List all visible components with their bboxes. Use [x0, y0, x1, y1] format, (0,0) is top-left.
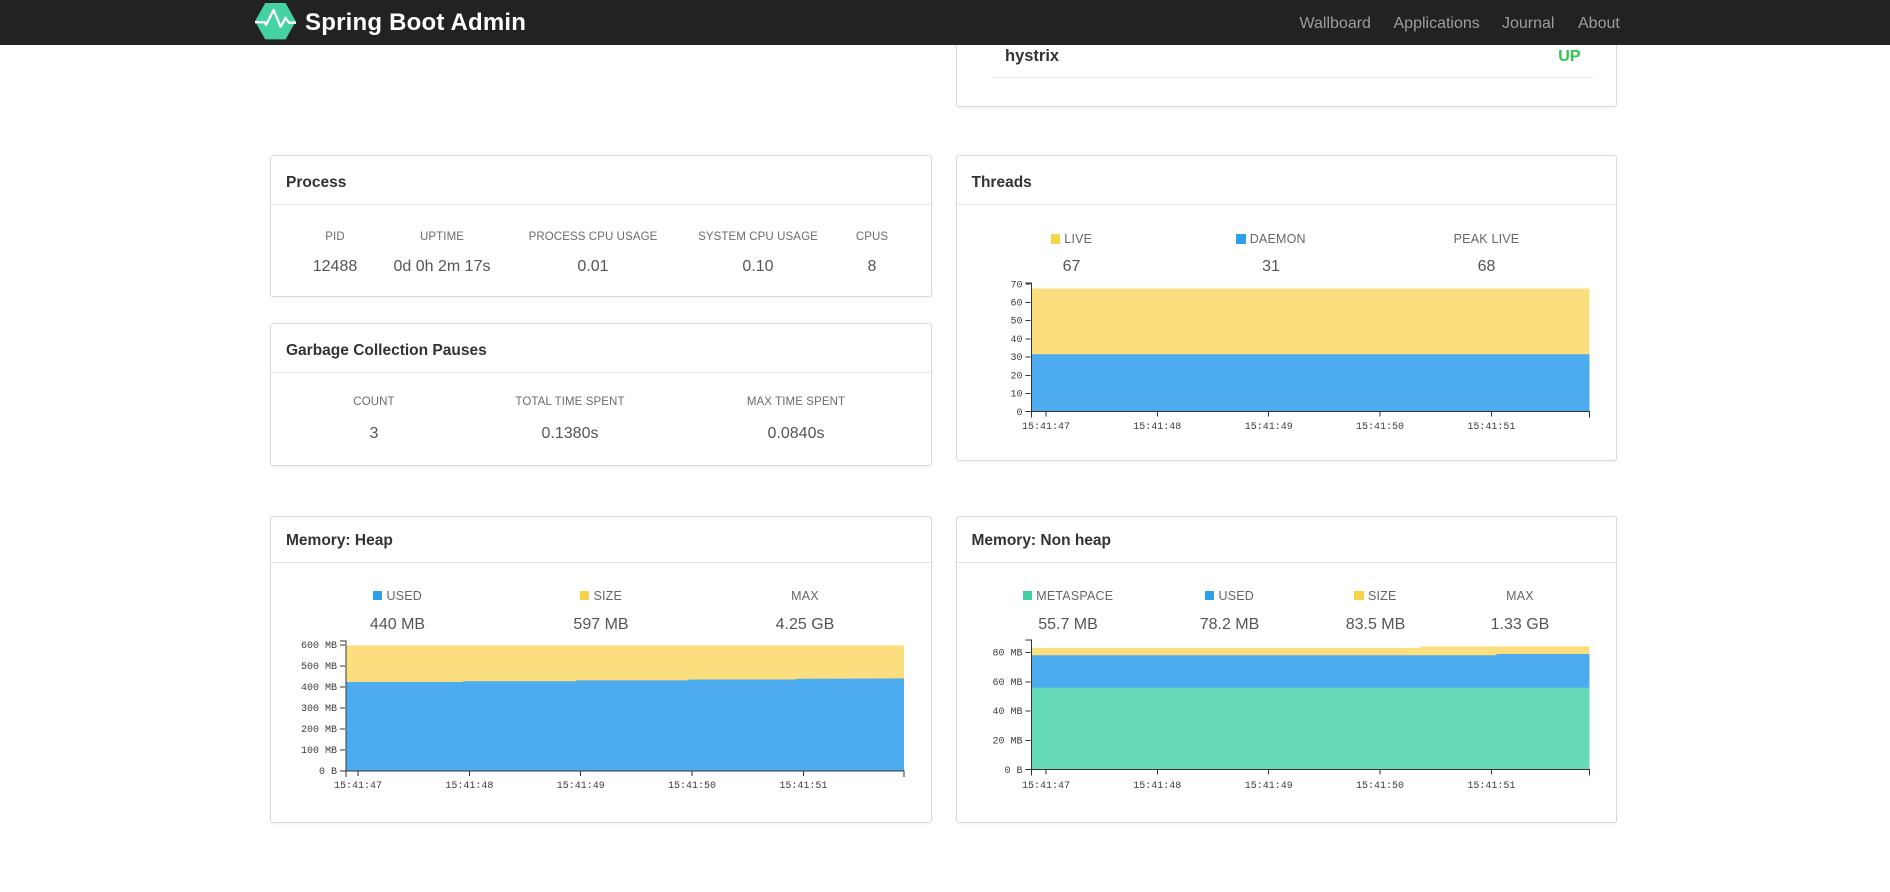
svg-text:100 MB: 100 MB: [301, 746, 337, 757]
svg-text:15:41:49: 15:41:49: [1244, 781, 1292, 792]
svg-text:15:41:50: 15:41:50: [1355, 781, 1403, 792]
svg-text:15:41:51: 15:41:51: [1467, 422, 1515, 433]
svg-text:15:41:51: 15:41:51: [779, 781, 827, 792]
svg-text:0 B: 0 B: [319, 767, 337, 778]
svg-text:15:41:48: 15:41:48: [1133, 781, 1181, 792]
svg-text:15:41:51: 15:41:51: [1467, 781, 1515, 792]
svg-text:15:41:47: 15:41:47: [1021, 422, 1069, 433]
svg-text:70: 70: [1010, 280, 1022, 291]
svg-text:300 MB: 300 MB: [301, 704, 337, 715]
svg-text:200 MB: 200 MB: [301, 725, 337, 736]
svg-text:60: 60: [1010, 299, 1022, 310]
svg-text:15:41:49: 15:41:49: [1244, 422, 1292, 433]
svg-text:40 MB: 40 MB: [992, 707, 1022, 718]
svg-text:20 MB: 20 MB: [992, 737, 1022, 748]
svg-text:80 MB: 80 MB: [992, 649, 1022, 660]
svg-text:0 B: 0 B: [1004, 766, 1022, 777]
svg-text:40: 40: [1010, 335, 1022, 346]
svg-text:0: 0: [1016, 408, 1022, 419]
svg-text:15:41:48: 15:41:48: [1133, 422, 1181, 433]
svg-text:15:41:48: 15:41:48: [445, 781, 493, 792]
svg-text:60 MB: 60 MB: [992, 678, 1022, 689]
svg-text:15:41:47: 15:41:47: [1021, 781, 1069, 792]
svg-text:400 MB: 400 MB: [301, 683, 337, 694]
svg-text:500 MB: 500 MB: [301, 662, 337, 673]
svg-text:20: 20: [1010, 371, 1022, 382]
svg-text:30: 30: [1010, 353, 1022, 364]
svg-text:50: 50: [1010, 317, 1022, 328]
svg-text:15:41:47: 15:41:47: [334, 781, 382, 792]
svg-text:15:41:49: 15:41:49: [557, 781, 605, 792]
svg-text:600 MB: 600 MB: [301, 641, 337, 652]
svg-text:15:41:50: 15:41:50: [668, 781, 716, 792]
svg-text:10: 10: [1010, 390, 1022, 401]
svg-text:15:41:50: 15:41:50: [1355, 422, 1403, 433]
